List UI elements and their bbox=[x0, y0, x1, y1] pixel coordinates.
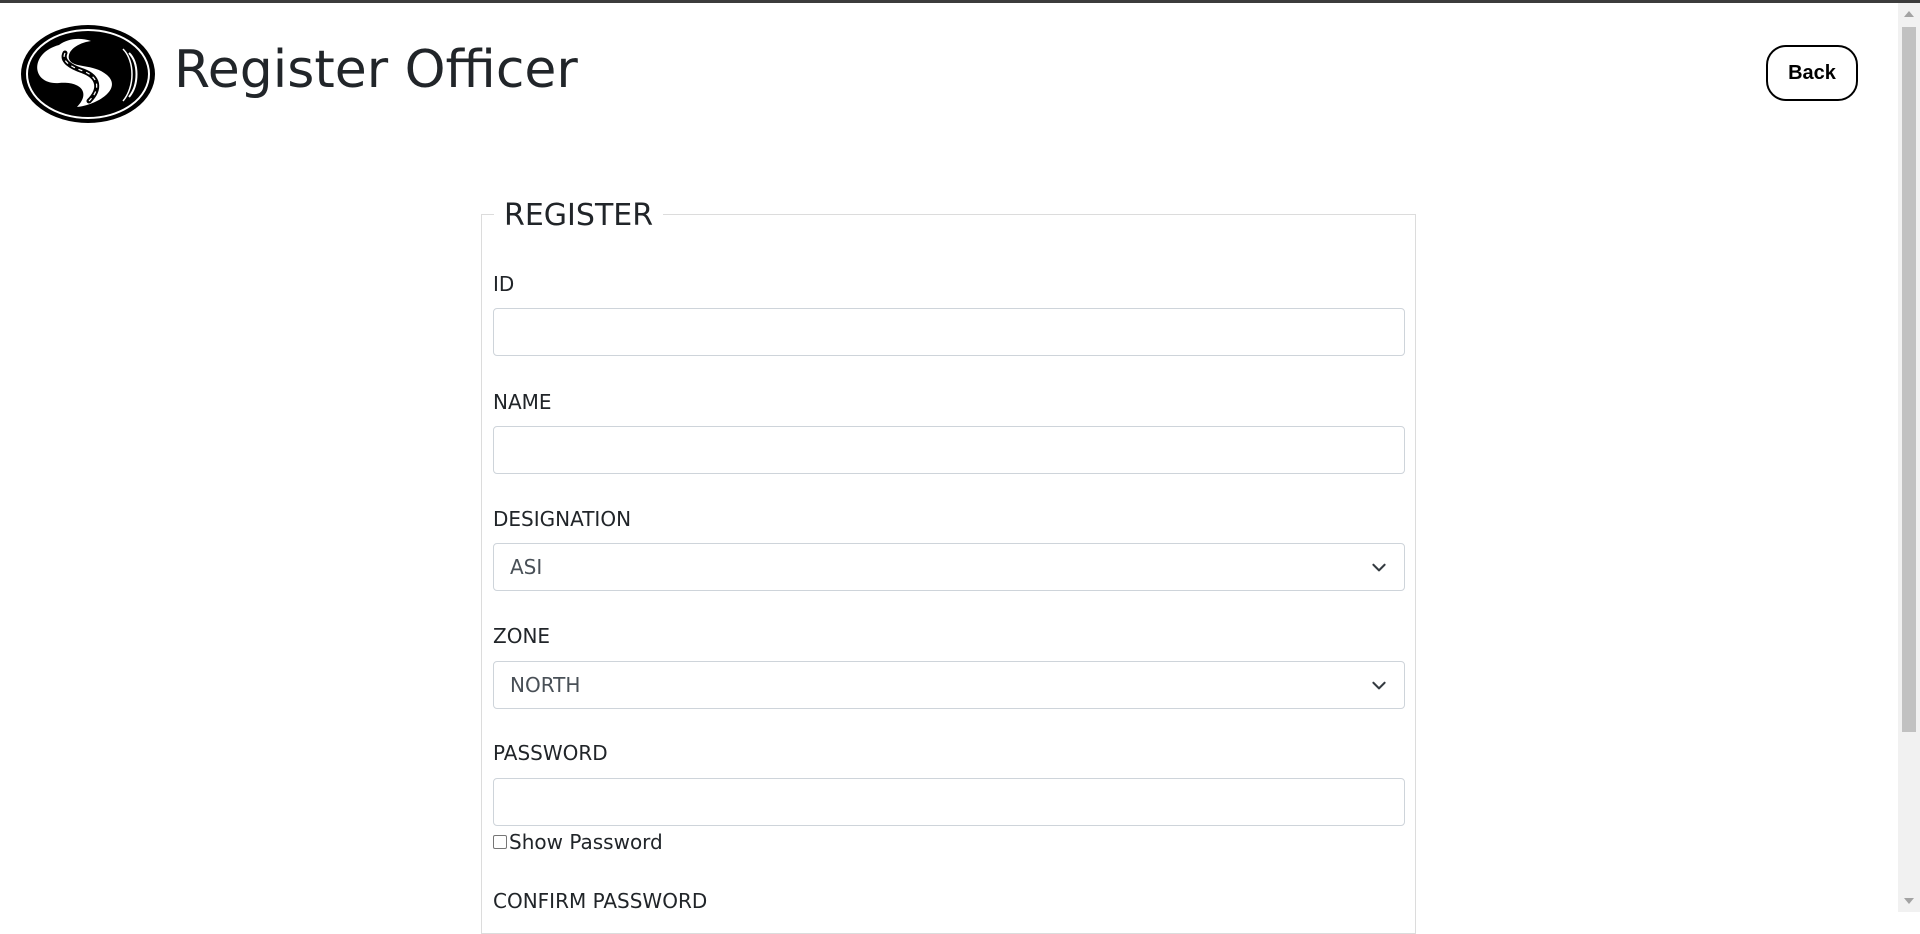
page-title: Register Officer bbox=[174, 40, 578, 100]
scroll-thumb[interactable] bbox=[1902, 27, 1916, 732]
name-label: NAME bbox=[493, 390, 552, 414]
name-input[interactable] bbox=[493, 426, 1405, 474]
id-label: ID bbox=[493, 272, 515, 296]
designation-label: DESIGNATION bbox=[493, 507, 632, 531]
designation-selected-value: ASI bbox=[510, 555, 543, 579]
password-label: PASSWORD bbox=[493, 741, 608, 765]
chevron-down-icon bbox=[1372, 681, 1386, 690]
road-logo-icon bbox=[21, 25, 155, 123]
register-legend: REGISTER bbox=[494, 196, 664, 236]
zone-label: ZONE bbox=[493, 624, 551, 648]
zone-selected-value: NORTH bbox=[510, 673, 581, 697]
back-button[interactable]: Back bbox=[1766, 45, 1858, 101]
show-password-label[interactable]: Show Password bbox=[509, 830, 663, 854]
zone-select[interactable]: NORTH bbox=[493, 661, 1405, 709]
chevron-down-icon bbox=[1372, 563, 1386, 572]
show-password-checkbox[interactable] bbox=[493, 835, 507, 849]
confirm-password-label: CONFIRM PASSWORD bbox=[493, 889, 708, 913]
designation-select[interactable]: ASI bbox=[493, 543, 1405, 591]
id-input[interactable] bbox=[493, 308, 1405, 356]
show-password-row: Show Password bbox=[493, 830, 663, 854]
vertical-scrollbar[interactable] bbox=[1898, 3, 1920, 912]
password-input[interactable] bbox=[493, 778, 1405, 826]
scroll-down-arrow-icon[interactable] bbox=[1904, 898, 1914, 904]
scroll-up-arrow-icon[interactable] bbox=[1904, 11, 1914, 17]
page-header: Register Officer Back bbox=[0, 3, 1898, 143]
